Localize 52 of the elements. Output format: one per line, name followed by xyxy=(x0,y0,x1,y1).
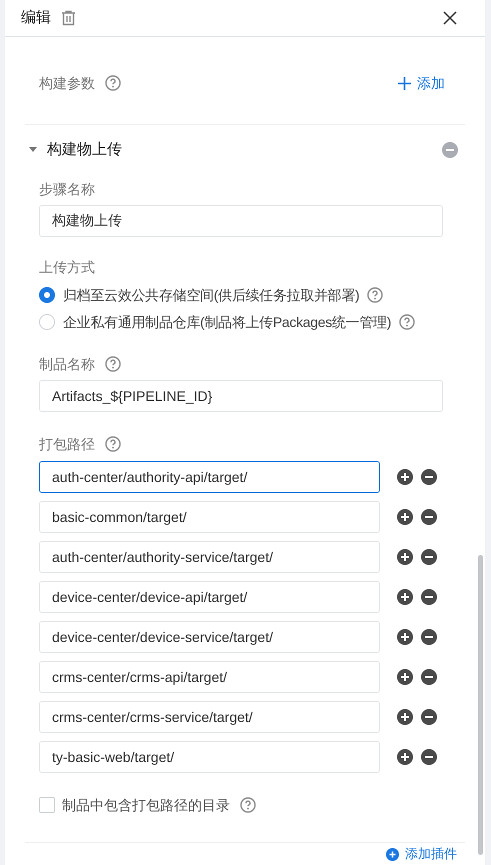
radio-button[interactable] xyxy=(39,287,55,303)
path-field[interactable]: crms-center/crms-api/target/ xyxy=(39,661,380,693)
help-icon[interactable] xyxy=(399,314,416,330)
add-icon[interactable] xyxy=(397,589,413,605)
path-field[interactable]: auth-center/authority-api/target/ xyxy=(39,461,380,493)
remove-icon[interactable] xyxy=(421,669,437,685)
remove-icon[interactable] xyxy=(421,469,437,485)
path-field[interactable]: crms-center/crms-service/target/ xyxy=(39,701,380,733)
add-plugin-link[interactable]: 添加插件 xyxy=(386,846,457,862)
input-field[interactable]: Artifacts_${PIPELINE_ID} xyxy=(39,380,443,412)
field-label: 上传方式 xyxy=(39,258,96,277)
add-icon[interactable] xyxy=(397,509,413,525)
close-icon[interactable] xyxy=(443,11,457,25)
help-icon[interactable] xyxy=(367,287,384,303)
add-icon[interactable] xyxy=(397,709,413,725)
field-label: 构建参数 xyxy=(39,74,95,92)
path-field[interactable]: device-center/device-service/target/ xyxy=(39,621,380,653)
path-field[interactable]: device-center/device-api/target/ xyxy=(39,581,380,613)
plus-circle-icon xyxy=(386,848,399,860)
help-icon[interactable] xyxy=(105,75,121,91)
field-label: 步骤名称 xyxy=(39,180,96,199)
remove-icon[interactable] xyxy=(421,509,437,525)
trash-icon[interactable] xyxy=(61,10,76,26)
section-title: 构建物上传 xyxy=(47,140,122,160)
caret-icon[interactable] xyxy=(29,147,37,153)
remove-icon[interactable] xyxy=(421,629,437,645)
help-icon[interactable] xyxy=(105,356,121,372)
remove-icon[interactable] xyxy=(421,749,437,765)
add-icon[interactable] xyxy=(397,629,413,645)
checkbox-label: 制品中包含打包路径的目录 xyxy=(62,796,230,814)
path-field[interactable]: basic-common/target/ xyxy=(39,501,380,533)
help-icon[interactable] xyxy=(240,797,256,813)
radio-label: 企业私有通用制品仓库(制品将上传Packages统一管理) xyxy=(63,312,392,332)
field-label: 打包路径 xyxy=(39,434,95,454)
add-icon[interactable] xyxy=(397,669,413,685)
remove-icon[interactable] xyxy=(421,589,437,605)
remove-icon[interactable] xyxy=(421,709,437,725)
path-field[interactable]: ty-basic-web/target/ xyxy=(39,741,380,773)
remove-icon[interactable] xyxy=(421,549,437,565)
radio-label: 归档至云效公共存储空间(供后续任务拉取并部署) xyxy=(63,286,360,305)
checkbox[interactable] xyxy=(39,797,55,813)
path-field[interactable]: auth-center/authority-service/target/ xyxy=(39,541,380,573)
plus-icon xyxy=(398,76,411,90)
add-icon[interactable] xyxy=(397,549,413,565)
input-field[interactable]: 构建物上传 xyxy=(39,205,443,237)
add-icon[interactable] xyxy=(397,749,413,765)
help-icon[interactable] xyxy=(105,436,121,452)
add-icon[interactable] xyxy=(397,469,413,485)
add-link[interactable]: 添加 xyxy=(398,72,445,94)
panel-title: 编辑 xyxy=(21,8,51,28)
scrollbar[interactable] xyxy=(478,555,483,855)
field-label: 制品名称 xyxy=(39,354,95,374)
